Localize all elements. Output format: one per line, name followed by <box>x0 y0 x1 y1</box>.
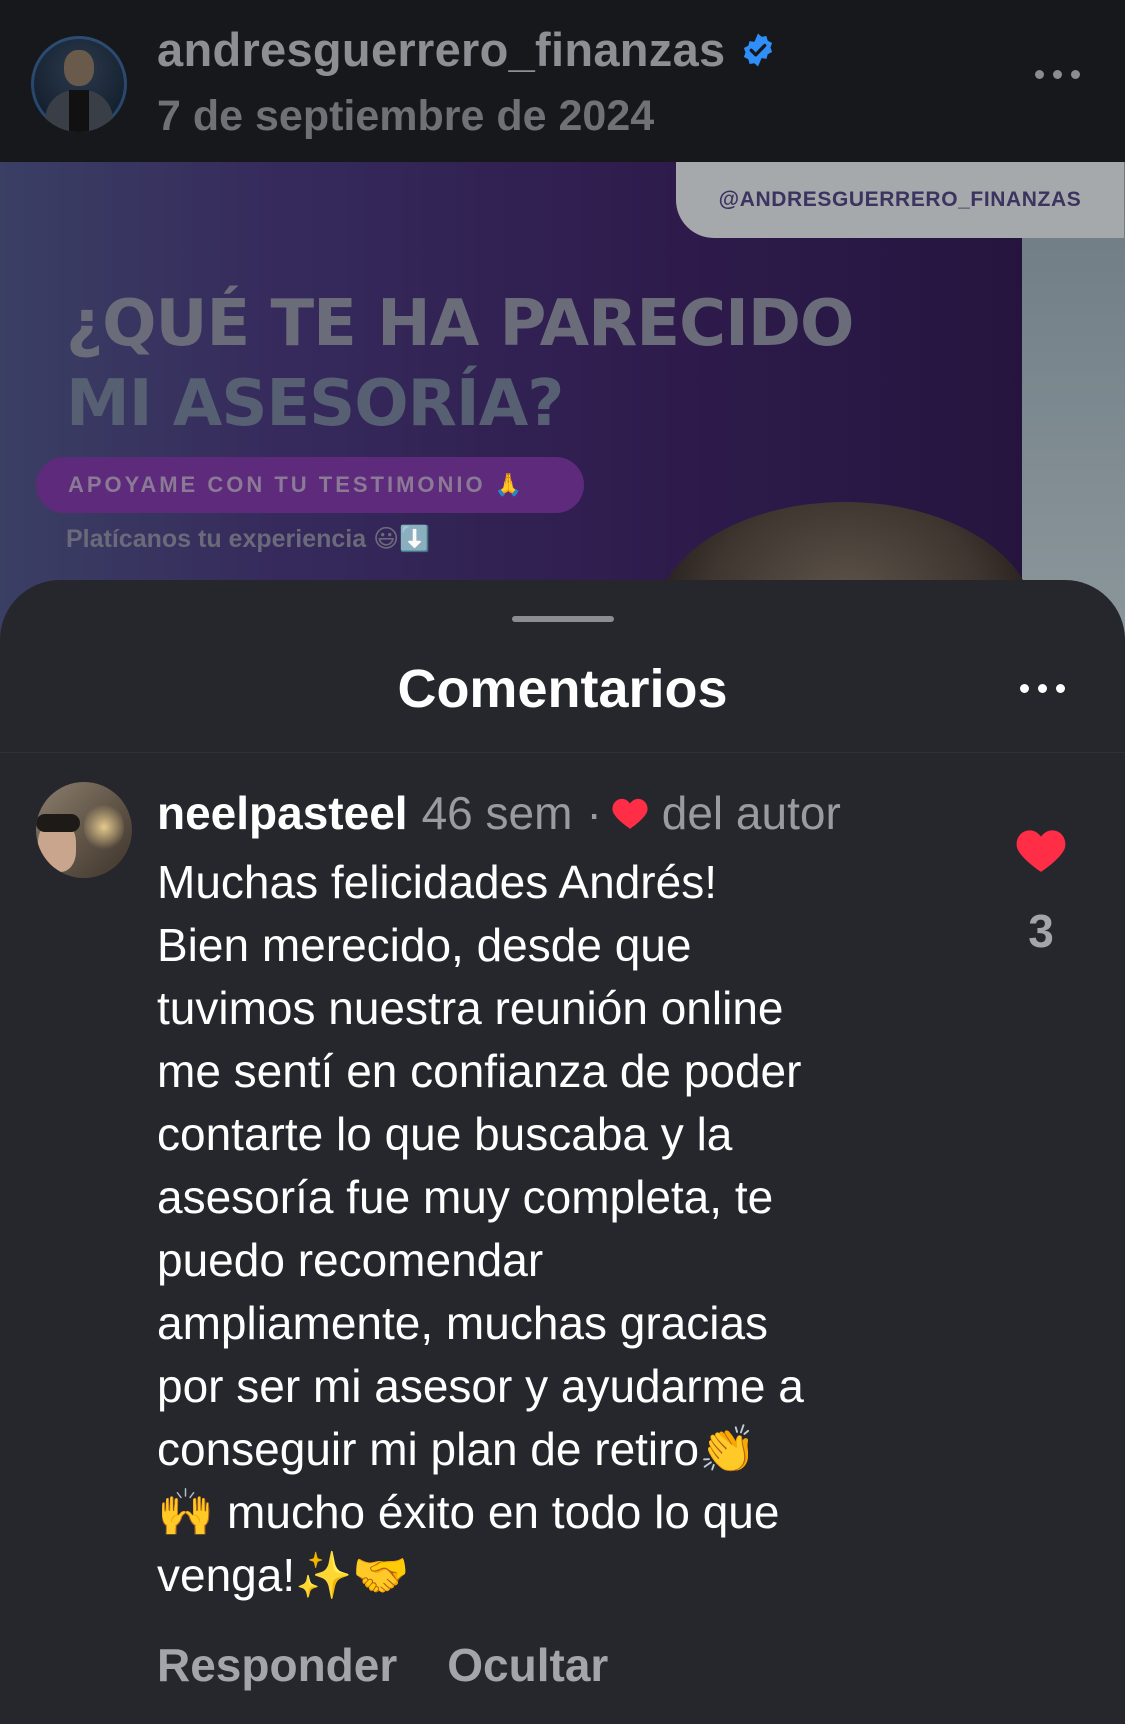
comment-username[interactable]: neelpasteel <box>157 786 408 840</box>
post-username[interactable]: andresguerrero_finanzas <box>157 22 776 77</box>
more-options-icon[interactable] <box>1035 70 1080 79</box>
image-headline-line2: MI ASESORÍA? <box>66 367 564 441</box>
image-subtext: Platícanos tu experiencia 😃⬇️ <box>66 525 431 553</box>
comment-avatar[interactable] <box>36 782 132 878</box>
comment-timestamp: 46 sem <box>421 787 573 839</box>
heart-icon[interactable] <box>1016 828 1066 872</box>
post-username-text: andresguerrero_finanzas <box>157 23 726 76</box>
post-image: @ANDRESGUERRERO_FINANZAS ¿QUÉ TE HA PARE… <box>0 162 1125 642</box>
reply-button[interactable]: Responder <box>157 1638 397 1692</box>
meta-separator: · <box>586 787 602 839</box>
heart-icon <box>612 798 648 829</box>
post-header: andresguerrero_finanzas 7 de septiembre … <box>0 0 1125 162</box>
image-headline: ¿QUÉ TE HA PARECIDO MI ASESORÍA? <box>66 284 854 444</box>
divider <box>0 752 1125 753</box>
image-handle-tag: @ANDRESGUERRERO_FINANZAS <box>676 162 1124 238</box>
comment-meta: neelpasteel 46 sem · del autor <box>157 786 841 840</box>
comment-actions: Responder Ocultar <box>157 1638 608 1692</box>
like-count[interactable]: 3 <box>1000 904 1082 958</box>
liked-by-author-label: del autor <box>661 787 841 839</box>
sheet-grabber[interactable] <box>512 616 614 622</box>
image-cta-pill: APOYAME CON TU TESTIMONIO 🙏 <box>36 457 584 513</box>
post-date: 7 de septiembre de 2024 <box>157 92 655 140</box>
hide-button[interactable]: Ocultar <box>447 1638 608 1692</box>
more-options-icon[interactable] <box>1020 684 1065 693</box>
sheet-title: Comentarios <box>397 659 728 719</box>
verified-badge-icon <box>743 33 772 66</box>
comments-sheet: Comentarios neelpasteel 46 sem · del aut… <box>0 580 1125 1724</box>
post-author-avatar[interactable] <box>31 36 127 132</box>
comment-text: Muchas felicidades Andrés! Bien merecido… <box>157 856 804 1601</box>
image-headline-line1: ¿QUÉ TE HA PARECIDO <box>66 287 854 361</box>
